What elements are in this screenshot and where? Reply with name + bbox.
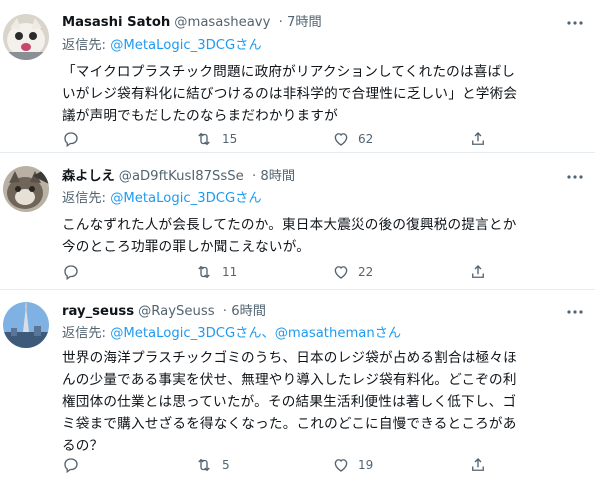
action-bar: 15 62 bbox=[62, 129, 542, 149]
reply-prefix: 返信先: bbox=[62, 38, 111, 53]
tweet-text: こんなずれた人が会長してたのか。東日本大震災の後の復興税の提言とか 今のところ功… bbox=[62, 214, 582, 258]
tweet-text-line: るの？ bbox=[62, 438, 104, 454]
share-button[interactable] bbox=[469, 262, 487, 282]
reply-icon bbox=[64, 265, 78, 281]
share-icon bbox=[472, 132, 484, 145]
cat-avatar-image bbox=[3, 14, 49, 60]
mention-link[interactable]: @MetaLogic_3DCG bbox=[110, 38, 235, 53]
tweet-2[interactable]: 森よしえ @aD9ftKusI87SsSe · 8時間 返信先: @MetaLog… bbox=[0, 153, 595, 290]
tweet-3[interactable]: ray_seuss @RaySeuss · 6時間 返信先: @MetaLogic… bbox=[0, 290, 595, 483]
tweet-text-line: んの少量である事実を伏せ、無理やり導入したレジ袋有料化。どこぞの利 bbox=[62, 372, 517, 388]
retweet-button[interactable]: 15 bbox=[194, 129, 237, 149]
heart-icon bbox=[334, 133, 348, 146]
avatar[interactable] bbox=[3, 302, 49, 348]
mention-link[interactable]: @MetaLogic_3DCG bbox=[110, 191, 235, 206]
reply-context: 返信先: @MetaLogic_3DCGさん、@masathemanさん bbox=[62, 324, 401, 344]
tweet-text-line: 議が声明でもだしたのならまだわかりますが bbox=[62, 108, 338, 124]
retweet-count: 5 bbox=[222, 458, 230, 472]
tweet-text-line: 世界の海洋プラスチックゴミのうち、日本のレジ袋が占める割合は極々ほ bbox=[62, 350, 517, 366]
user-handle[interactable]: @RaySeuss bbox=[138, 304, 215, 319]
retweet-icon bbox=[198, 265, 210, 279]
more-icon[interactable] bbox=[565, 302, 585, 322]
like-button[interactable]: 22 bbox=[332, 262, 373, 282]
avatar[interactable] bbox=[3, 14, 49, 60]
like-button[interactable]: 62 bbox=[332, 129, 373, 149]
like-count: 22 bbox=[358, 265, 374, 279]
mention-suffix: さん、 bbox=[235, 326, 275, 341]
share-icon bbox=[472, 458, 484, 471]
reply-button[interactable] bbox=[62, 455, 80, 475]
timestamp[interactable]: 7時間 bbox=[287, 15, 322, 30]
share-button[interactable] bbox=[469, 129, 487, 149]
user-handle[interactable]: @masasheavy bbox=[174, 15, 270, 30]
tweet-text: 世界の海洋プラスチックゴミのうち、日本のレジ袋が占める割合は極々ほ んの少量であ… bbox=[62, 347, 582, 457]
heart-icon bbox=[334, 266, 348, 279]
tower-avatar-image bbox=[3, 302, 49, 348]
share-icon bbox=[472, 265, 484, 278]
reply-context: 返信先: @MetaLogic_3DCGさん bbox=[62, 189, 262, 209]
avatar[interactable] bbox=[3, 166, 49, 212]
display-name[interactable]: 森よしえ bbox=[62, 169, 115, 184]
tweet-text-line: いがレジ袋有料化に結びつけるのは非科学的で合理性に乏しい」と学術会 bbox=[62, 86, 518, 102]
reply-button[interactable] bbox=[62, 262, 80, 282]
retweet-count: 15 bbox=[222, 132, 238, 146]
display-name[interactable]: ray_seuss bbox=[62, 304, 134, 319]
tweet-text-line: 権団体の仕業とは思っていたが。その結果生活利便性は著しく低下し、ゴ bbox=[62, 394, 517, 410]
tweet-text-line: ミ袋まで購入せざるを得なくなった。これのどこに自慢できるところがあ bbox=[62, 416, 517, 432]
reply-button[interactable] bbox=[62, 129, 80, 149]
retweet-icon bbox=[198, 458, 210, 472]
more-icon[interactable] bbox=[565, 167, 585, 187]
retweet-count: 11 bbox=[222, 265, 238, 279]
mention-link[interactable]: @MetaLogic_3DCG bbox=[110, 326, 235, 341]
cat-avatar-image bbox=[3, 166, 49, 212]
reply-context: 返信先: @MetaLogic_3DCGさん bbox=[62, 36, 262, 56]
like-button[interactable]: 19 bbox=[332, 455, 373, 475]
tweet-text: 「マイクロプラスチック問題に政府がリアクションしてくれたのは喜ばし いがレジ袋有… bbox=[62, 61, 582, 127]
mention-suffix: さん bbox=[235, 38, 262, 53]
mention-suffix: さん bbox=[235, 191, 262, 206]
like-count: 19 bbox=[358, 458, 374, 472]
tweet-1[interactable]: Masashi Satoh @masasheavy · 7時間 返信先: @Met… bbox=[0, 0, 595, 153]
reply-prefix: 返信先: bbox=[62, 326, 111, 341]
tweet-text-line: 今のところ功罪の罪しか聞こえないが。 bbox=[62, 239, 311, 255]
share-button[interactable] bbox=[469, 455, 487, 475]
reply-icon bbox=[64, 132, 78, 148]
mention-link-2[interactable]: @masathemanさん bbox=[275, 326, 401, 341]
retweet-icon bbox=[198, 132, 210, 146]
action-bar: 5 19 bbox=[62, 455, 542, 475]
timestamp[interactable]: 6時間 bbox=[231, 304, 266, 319]
action-bar: 11 22 bbox=[62, 262, 542, 282]
retweet-button[interactable]: 5 bbox=[194, 455, 230, 475]
reply-prefix: 返信先: bbox=[62, 191, 111, 206]
more-icon[interactable] bbox=[565, 13, 585, 33]
reply-icon bbox=[64, 458, 78, 474]
like-count: 62 bbox=[358, 132, 374, 146]
tweet-text-line: こんなずれた人が会長してたのか。東日本大震災の後の復興税の提言とか bbox=[62, 217, 517, 233]
timestamp[interactable]: 8時間 bbox=[260, 169, 295, 184]
heart-icon bbox=[334, 459, 348, 472]
retweet-button[interactable]: 11 bbox=[194, 262, 237, 282]
display-name[interactable]: Masashi Satoh bbox=[62, 15, 170, 30]
user-handle[interactable]: @aD9ftKusI87SsSe bbox=[119, 169, 244, 184]
tweet-text-line: 「マイクロプラスチック問題に政府がリアクションしてくれたのは喜ばし bbox=[62, 64, 516, 80]
